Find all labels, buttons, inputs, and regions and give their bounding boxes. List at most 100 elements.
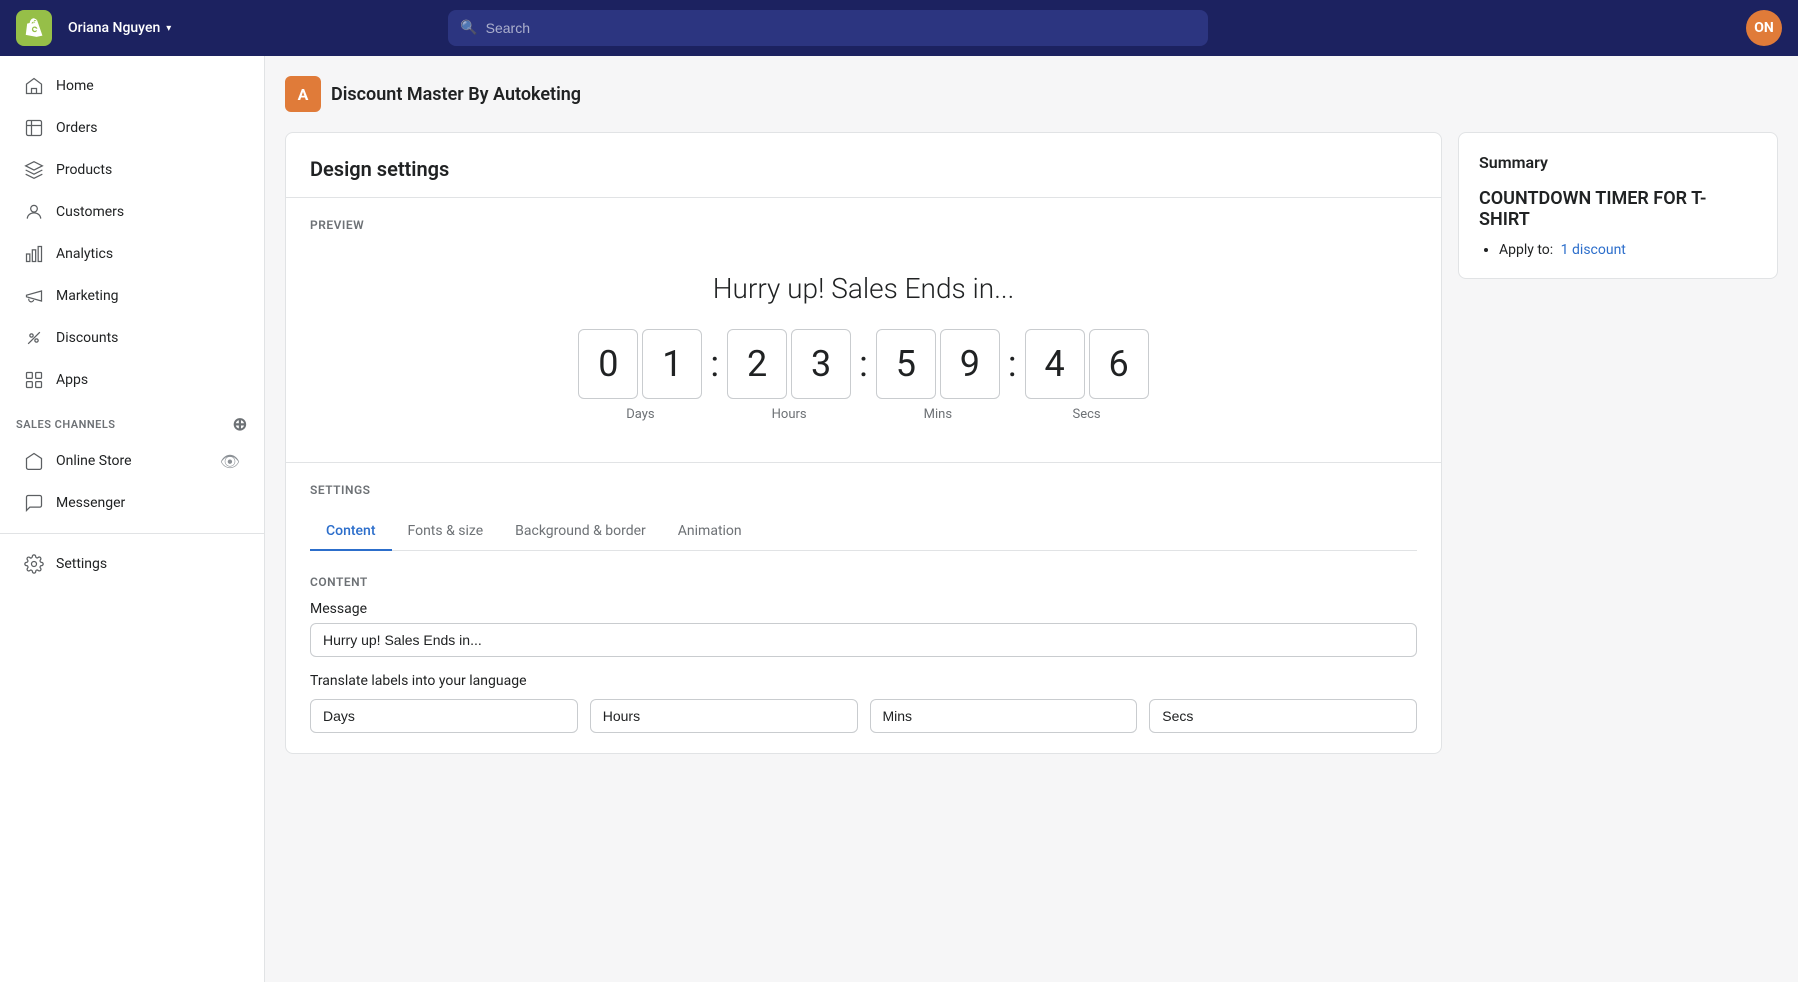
sidebar-item-label: Products xyxy=(56,162,112,178)
orders-icon xyxy=(24,118,44,138)
timer-digit: 0 xyxy=(578,329,638,399)
apply-to-value: 1 discount xyxy=(1561,242,1626,258)
sidebar-item-label: Home xyxy=(56,78,94,94)
tab-background-border[interactable]: Background & border xyxy=(499,513,662,551)
timer-digits-secs: 4 6 xyxy=(1025,329,1149,399)
summary-panel: Summary COUNTDOWN TIMER FOR T-SHIRT Appl… xyxy=(1458,132,1778,279)
timer-digits-mins: 5 9 xyxy=(876,329,1000,399)
content-subsection-label: CONTENT xyxy=(310,575,1417,589)
settings-section: SETTINGS Content Fonts & size Background… xyxy=(286,463,1441,753)
shopify-logo[interactable] xyxy=(16,10,52,46)
timer-colon: : xyxy=(855,343,872,385)
sidebar-item-marketing[interactable]: Marketing xyxy=(8,276,256,316)
preview-section: PREVIEW Hurry up! Sales Ends in... 0 1 D… xyxy=(286,198,1441,463)
app-title: Discount Master By Autoketing xyxy=(331,84,581,105)
preview-label: PREVIEW xyxy=(310,218,1417,232)
sidebar-item-orders[interactable]: Orders xyxy=(8,108,256,148)
search-icon: 🔍 xyxy=(460,20,477,36)
summary-title: Summary xyxy=(1479,153,1757,172)
main-content: A Discount Master By Autoketing Design s… xyxy=(265,56,1798,982)
sidebar-item-label: Orders xyxy=(56,120,98,136)
timer-digit: 9 xyxy=(940,329,1000,399)
sidebar-item-label: Analytics xyxy=(56,246,113,262)
timer-digit: 5 xyxy=(876,329,936,399)
sidebar-item-online-store[interactable]: Online Store 👁 xyxy=(8,441,256,481)
message-field-label: Message xyxy=(310,601,1417,617)
tab-animation[interactable]: Animation xyxy=(662,513,758,551)
marketing-icon xyxy=(24,286,44,306)
sidebar: Home Orders Products Customers xyxy=(0,56,265,982)
content-row: Design settings PREVIEW Hurry up! Sales … xyxy=(285,132,1778,754)
avatar[interactable]: ON xyxy=(1746,10,1782,46)
messenger-icon xyxy=(24,493,44,513)
sidebar-item-settings[interactable]: Settings xyxy=(8,544,256,584)
sidebar-item-discounts[interactable]: Discounts xyxy=(8,318,256,358)
analytics-icon xyxy=(24,244,44,264)
sidebar-item-label: Discounts xyxy=(56,330,118,346)
settings-label: SETTINGS xyxy=(310,483,1417,497)
timer-group-hours: 2 3 Hours xyxy=(727,329,851,422)
apps-icon xyxy=(24,370,44,390)
apply-to-label: Apply to: xyxy=(1499,242,1553,258)
timer-digits-hours: 2 3 xyxy=(727,329,851,399)
timer-label-secs: Secs xyxy=(1073,407,1101,422)
sidebar-item-products[interactable]: Products xyxy=(8,150,256,190)
tab-fonts-size[interactable]: Fonts & size xyxy=(392,513,500,551)
timer-digit: 2 xyxy=(727,329,787,399)
sidebar-item-label: Customers xyxy=(56,204,124,220)
timer-digit: 6 xyxy=(1089,329,1149,399)
search-bar: 🔍 xyxy=(448,10,1208,46)
summary-heading: COUNTDOWN TIMER FOR T-SHIRT xyxy=(1479,188,1757,230)
countdown-timer: 0 1 Days : 2 3 xyxy=(578,329,1148,422)
label-input-secs[interactable] xyxy=(1149,699,1417,733)
timer-group-days: 0 1 Days xyxy=(578,329,702,422)
sidebar-item-label: Apps xyxy=(56,372,88,388)
sidebar-item-label: Settings xyxy=(56,556,107,572)
add-sales-channel-button[interactable]: ⊕ xyxy=(232,414,248,435)
home-icon xyxy=(24,76,44,96)
eye-icon[interactable]: 👁 xyxy=(220,452,240,471)
user-menu[interactable]: Oriana Nguyen ▾ xyxy=(68,20,171,36)
main-layout: Home Orders Products Customers xyxy=(0,56,1798,982)
tabs: Content Fonts & size Background & border… xyxy=(310,513,1417,551)
timer-label-hours: Hours xyxy=(772,407,807,422)
message-input[interactable] xyxy=(310,623,1417,657)
sidebar-item-label: Marketing xyxy=(56,288,119,304)
sidebar-item-analytics[interactable]: Analytics xyxy=(8,234,256,274)
countdown-message: Hurry up! Sales Ends in... xyxy=(713,272,1015,305)
app-header: A Discount Master By Autoketing xyxy=(285,76,1778,112)
summary-apply-to: Apply to: 1 discount xyxy=(1499,242,1757,258)
sales-channels-header: SALES CHANNELS ⊕ xyxy=(0,402,264,439)
tab-content[interactable]: Content xyxy=(310,513,392,551)
sidebar-item-messenger[interactable]: Messenger xyxy=(8,483,256,523)
timer-colon: : xyxy=(1004,343,1021,385)
sidebar-item-apps[interactable]: Apps xyxy=(8,360,256,400)
timer-label-mins: Mins xyxy=(924,407,952,422)
label-input-hours[interactable] xyxy=(590,699,858,733)
search-input[interactable] xyxy=(486,20,1197,36)
app-icon: A xyxy=(285,76,321,112)
sidebar-item-home[interactable]: Home xyxy=(8,66,256,106)
timer-digit: 1 xyxy=(642,329,702,399)
label-input-days[interactable] xyxy=(310,699,578,733)
sidebar-item-customers[interactable]: Customers xyxy=(8,192,256,232)
settings-icon xyxy=(24,554,44,574)
countdown-preview: Hurry up! Sales Ends in... 0 1 Days : xyxy=(310,252,1417,442)
customers-icon xyxy=(24,202,44,222)
design-settings-title: Design settings xyxy=(310,157,1417,181)
timer-label-days: Days xyxy=(626,407,654,422)
store-icon xyxy=(24,451,44,471)
top-nav: Oriana Nguyen ▾ 🔍 ON xyxy=(0,0,1798,56)
timer-colon: : xyxy=(706,343,723,385)
timer-group-mins: 5 9 Mins xyxy=(876,329,1000,422)
main-panel: Design settings PREVIEW Hurry up! Sales … xyxy=(285,132,1442,754)
translate-label: Translate labels into your language xyxy=(310,673,1417,689)
discounts-icon xyxy=(24,328,44,348)
label-input-mins[interactable] xyxy=(870,699,1138,733)
timer-digits-days: 0 1 xyxy=(578,329,702,399)
products-icon xyxy=(24,160,44,180)
summary-list: Apply to: 1 discount xyxy=(1479,242,1757,258)
timer-digit: 3 xyxy=(791,329,851,399)
chevron-down-icon: ▾ xyxy=(166,23,171,34)
timer-digit: 4 xyxy=(1025,329,1085,399)
